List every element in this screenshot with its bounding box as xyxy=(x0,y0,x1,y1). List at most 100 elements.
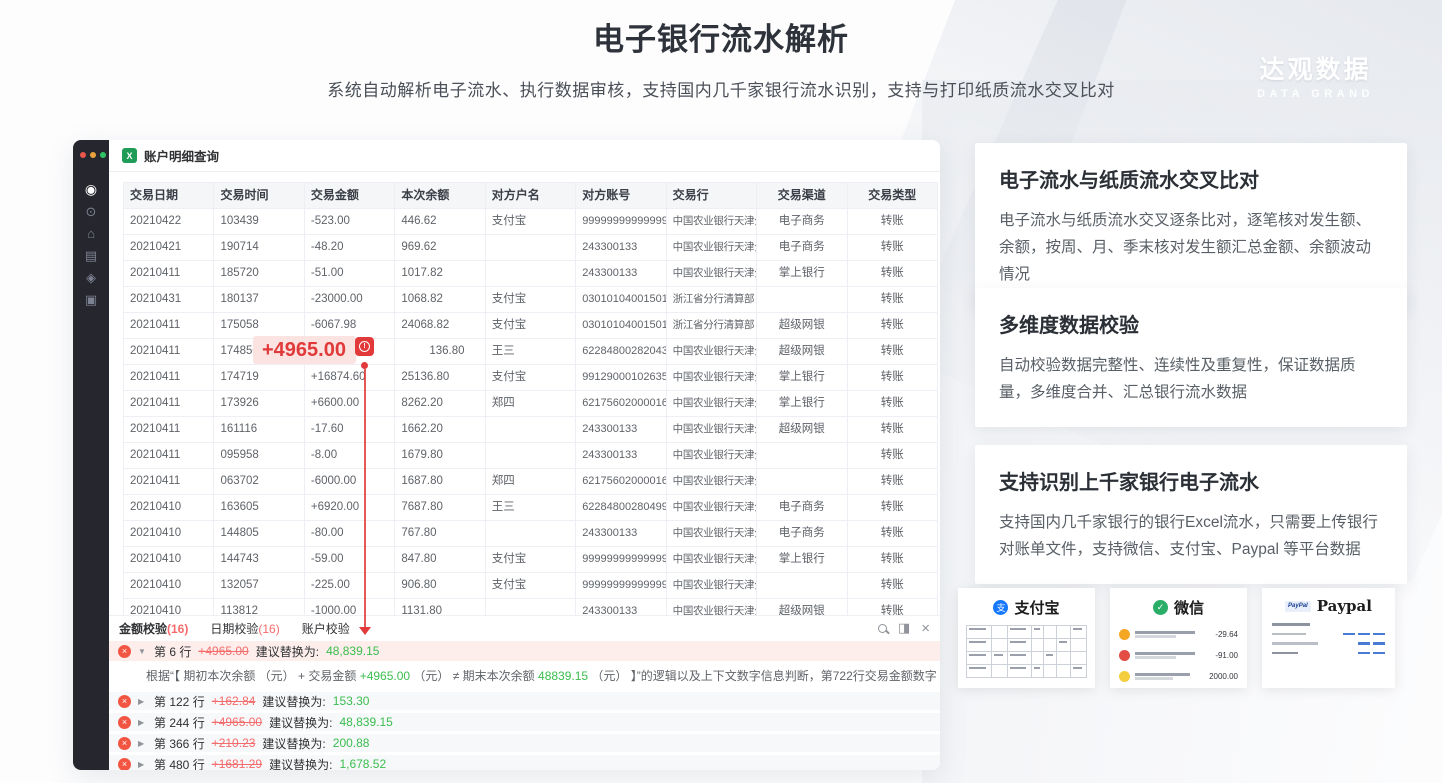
table-row[interactable]: 20210410132057-225.00906.80支付宝9999999999… xyxy=(124,573,938,599)
table-cell: 185720 xyxy=(214,261,304,287)
archive-icon[interactable]: ▣ xyxy=(85,293,97,306)
table-cell xyxy=(485,443,575,469)
grid-cell-placeholder xyxy=(992,665,1008,678)
chevron-right-icon[interactable] xyxy=(138,718,147,727)
validation-issue-row[interactable]: 第 480 行+1681.29建议替换为:1,678.52 xyxy=(109,755,940,770)
issue-suggest-label: 建议替换为: xyxy=(269,756,332,771)
table-cell: 电子商务 xyxy=(757,235,847,261)
grid-cell-placeholder xyxy=(1044,626,1057,639)
grid-cell-placeholder xyxy=(1044,652,1057,665)
validation-issue-row[interactable]: 第 122 行+162.84建议替换为:153.30 xyxy=(109,692,940,710)
table-header-row: 交易日期交易时间交易金额本次余额对方户名对方账号交易行交易渠道交易类型 xyxy=(124,183,938,209)
table-cell: 6217560200001671561 xyxy=(576,391,666,417)
validation-issue-row[interactable]: 第 366 行+210.23建议替换为:200.88 xyxy=(109,734,940,752)
tab-label: 日期校验 xyxy=(210,622,258,636)
table-cell: 转账 xyxy=(847,235,938,261)
validation-issue-row[interactable]: 第 244 行+4965.00建议替换为:48,839.15 xyxy=(109,713,940,731)
brand-name-en: DATA GRAND xyxy=(1257,88,1374,100)
table-cell: 支付宝 xyxy=(485,365,575,391)
highlighted-amount: +4965.00 xyxy=(262,339,346,362)
info-icon[interactable]: ◈ xyxy=(86,271,96,284)
detail-text: 根据“【 期初本次余额 （元） + 交易金额 xyxy=(146,669,360,683)
grid-cell-placeholder xyxy=(1008,639,1032,652)
validation-toolbar xyxy=(878,620,930,636)
chevron-right-icon[interactable] xyxy=(138,760,147,769)
table-cell: 20210411 xyxy=(124,365,214,391)
validation-issue-row[interactable]: 第 6 行 +4965.00 建议替换为: 48,839.15 xyxy=(109,641,940,661)
annotation-dot xyxy=(361,362,368,369)
table-cell: 243300133 xyxy=(576,521,666,547)
table-cell: 中国农业银行天津分行资金清算中心 xyxy=(666,209,756,235)
platform-card-wechat: 微信 -29.64 -91.00 2000.00 xyxy=(1110,588,1247,688)
table-cell xyxy=(757,443,847,469)
table-cell: 180137 xyxy=(214,287,304,313)
table-row[interactable]: 20210431180137-23000.001068.82支付宝0301010… xyxy=(124,287,938,313)
table-cell: 中国农业银行天津分行资金清算中心 xyxy=(666,261,756,287)
table-row[interactable]: 20210410144805-80.00767.80243300133中国农业银… xyxy=(124,521,938,547)
wechat-transaction-row: -91.00 xyxy=(1119,645,1238,666)
table-cell: -523.00 xyxy=(304,209,394,235)
table-cell xyxy=(757,469,847,495)
table-cell: 132057 xyxy=(214,573,304,599)
table-cell: 20210411 xyxy=(124,443,214,469)
feature-title: 电子流水与纸质流水交叉比对 xyxy=(999,164,1383,193)
table-row[interactable]: 20210410144743-59.00847.80支付宝99999999999… xyxy=(124,547,938,573)
validation-tab-bar: 金额校验(16) 日期校验(16) 账户校验 xyxy=(109,616,940,640)
table-row[interactable]: 20210421190714-48.20969.62243300133中国农业银… xyxy=(124,235,938,261)
search-icon[interactable] xyxy=(878,624,887,633)
grid-cell-placeholder xyxy=(1032,626,1045,639)
chevron-down-icon[interactable] xyxy=(138,647,147,656)
minimize-window-icon[interactable] xyxy=(90,152,96,158)
document-icon[interactable]: ▤ xyxy=(85,249,97,262)
table-cell: 郑四 xyxy=(485,391,575,417)
table-row[interactable]: 20210410163605+6920.007687.80王三622848002… xyxy=(124,495,938,521)
close-panel-icon[interactable] xyxy=(921,621,930,636)
table-cell: 20210410 xyxy=(124,521,214,547)
table-row[interactable]: 20210411161116-17.601662.20243300133中国农业… xyxy=(124,417,938,443)
brand-name-cn: 达观数据 xyxy=(1257,50,1374,86)
tab-date-check[interactable]: 日期校验(16) xyxy=(210,620,279,637)
issue-suggest-label: 建议替换为: xyxy=(269,714,332,731)
table-cell: 中国农业银行天津分行资金清算中心 xyxy=(666,365,756,391)
table-row[interactable]: 20210411175058-6067.9824068.82支付宝0301010… xyxy=(124,313,938,339)
table-row[interactable]: 20210411174719+16874.6025136.80支付宝991290… xyxy=(124,365,938,391)
table-view-icon[interactable] xyxy=(898,620,910,636)
chevron-right-icon[interactable] xyxy=(138,697,147,706)
grid-cell-placeholder xyxy=(967,639,992,652)
window-content: 账户明细查询 交易日期交易时间交易金额本次余额对方户名对方账号交易行交易渠道交易… xyxy=(109,140,940,770)
document-tab-title: 账户明细查询 xyxy=(144,146,219,165)
document-tab[interactable]: 账户明细查询 xyxy=(109,140,940,172)
detail-text: （元） ≠ 期末本次余额 xyxy=(410,669,538,683)
table-row[interactable]: 20210411174850+4965.00136.80王三6228480028… xyxy=(124,339,938,365)
gear-icon[interactable]: ⊙ xyxy=(86,205,97,218)
table-cell: 243300133 xyxy=(576,443,666,469)
table-cell: 7687.80 xyxy=(395,495,485,521)
table-cell: +6920.00 xyxy=(304,495,394,521)
grid-cell-placeholder xyxy=(1032,665,1045,678)
close-window-icon[interactable] xyxy=(80,152,86,158)
table-cell: 20210411 xyxy=(124,313,214,339)
table-cell: 郑四 xyxy=(485,469,575,495)
window-controls[interactable] xyxy=(73,140,109,158)
error-icon xyxy=(118,695,131,708)
table-cell xyxy=(485,417,575,443)
column-header: 交易金额 xyxy=(304,183,394,209)
table-cell xyxy=(757,287,847,313)
apps-icon[interactable]: ◉ xyxy=(85,182,97,196)
maximize-window-icon[interactable] xyxy=(100,152,106,158)
table-row[interactable]: 20210422103439-523.00446.62支付宝9999999999… xyxy=(124,209,938,235)
table-row[interactable]: 20210411095958-8.001679.80243300133中国农业银… xyxy=(124,443,938,469)
feature-body: 支持国内几千家银行的银行Excel流水，只需要上传银行对账单文件，支持微信、支付… xyxy=(999,509,1383,563)
home-icon[interactable]: ⌂ xyxy=(87,227,95,240)
chevron-right-icon[interactable] xyxy=(138,739,147,748)
table-row[interactable]: 20210411185720-51.001017.82243300133中国农业… xyxy=(124,261,938,287)
table-row[interactable]: 20210411063702-6000.001687.80郑四621756020… xyxy=(124,469,938,495)
merchant-icon xyxy=(1119,629,1130,640)
tab-account-check[interactable]: 账户校验 xyxy=(302,620,350,637)
platform-card-header: 微信 xyxy=(1110,588,1247,618)
table-cell: 中国农业银行天津分行资金清算中心 xyxy=(666,547,756,573)
alert-badge-icon[interactable] xyxy=(355,337,374,356)
tab-amount-check[interactable]: 金额校验(16) xyxy=(119,620,188,637)
table-row[interactable]: 20210411173926+6600.008262.20郑四621756020… xyxy=(124,391,938,417)
table-cell: 6217560200001671561 xyxy=(576,469,666,495)
